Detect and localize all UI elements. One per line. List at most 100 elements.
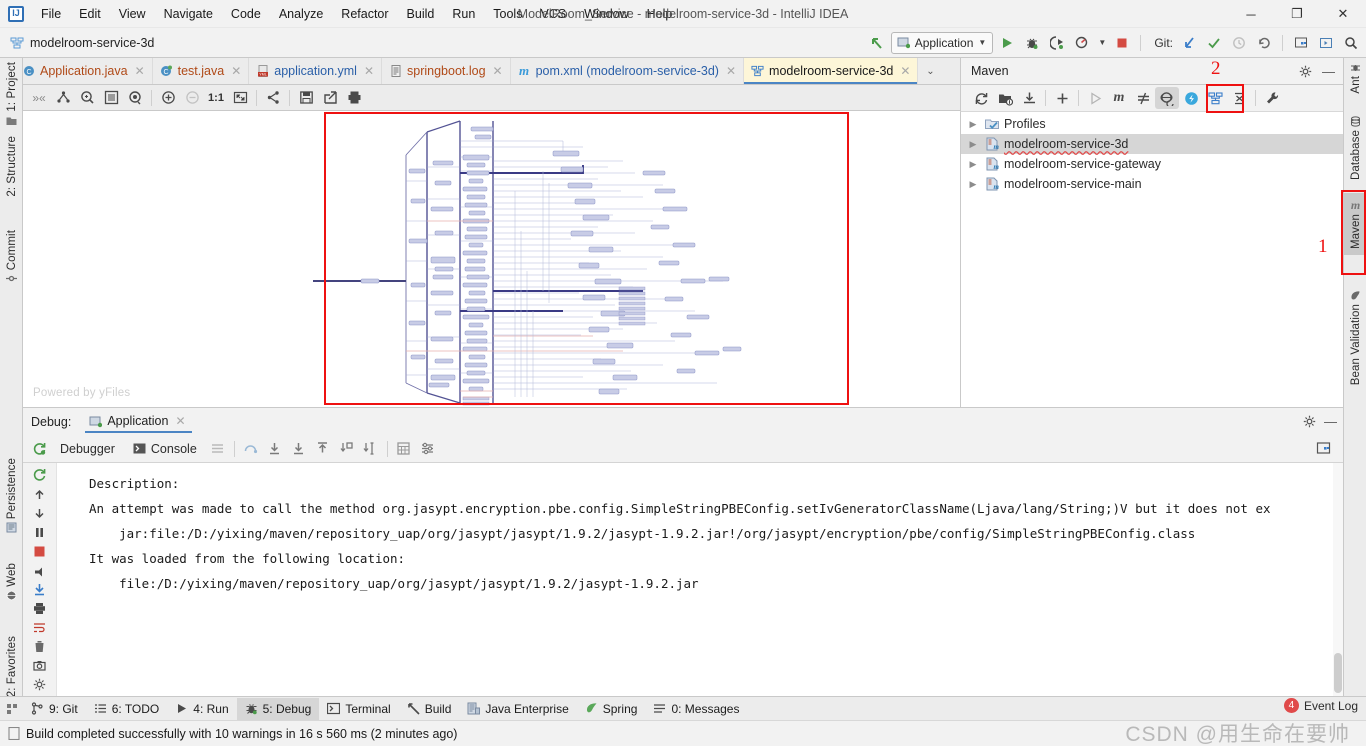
maximize-button[interactable]: ❐ bbox=[1274, 0, 1320, 28]
bottom-corner-icon[interactable] bbox=[0, 703, 23, 715]
mute-breakpoints-icon[interactable] bbox=[27, 564, 53, 577]
run-icon[interactable] bbox=[996, 32, 1018, 54]
debug-icon[interactable] bbox=[1021, 32, 1043, 54]
trash-icon[interactable] bbox=[27, 640, 53, 653]
console-output[interactable]: Description: An attempt was made to call… bbox=[57, 463, 1334, 696]
maven-tree-item-modelroom-service-3d[interactable]: ▶ m modelroom-service-3d bbox=[961, 134, 1343, 154]
save-icon[interactable] bbox=[294, 87, 318, 109]
close-icon[interactable]: ✕ bbox=[135, 64, 145, 78]
sidebar-item-maven[interactable]: m Maven bbox=[1344, 193, 1366, 256]
profile-icon[interactable] bbox=[1071, 32, 1093, 54]
share-icon[interactable] bbox=[261, 87, 285, 109]
run-to-cursor-icon[interactable] bbox=[359, 438, 383, 460]
bottom-tab-run[interactable]: 4: Run bbox=[167, 698, 236, 720]
layout-icon[interactable] bbox=[51, 87, 75, 109]
refresh-icon[interactable] bbox=[969, 87, 993, 109]
close-button[interactable]: ✕ bbox=[1320, 0, 1366, 28]
sidebar-item-persistence[interactable]: Persistence bbox=[0, 458, 23, 533]
expand-collapse-icon[interactable]: »« bbox=[27, 87, 51, 109]
fit-content-icon[interactable] bbox=[99, 87, 123, 109]
show-dependencies-icon[interactable] bbox=[1179, 87, 1203, 109]
collapse-all-icon[interactable] bbox=[1227, 87, 1251, 109]
print-icon[interactable] bbox=[27, 602, 53, 615]
actual-size-icon[interactable]: 1:1 bbox=[204, 87, 228, 109]
menu-item-edit[interactable]: Edit bbox=[70, 3, 110, 25]
menu-item-file[interactable]: File bbox=[32, 3, 70, 25]
select-in-icon[interactable] bbox=[1315, 32, 1337, 54]
bottom-tab-build[interactable]: Build bbox=[399, 698, 460, 720]
toggle-skip-tests-icon[interactable] bbox=[1131, 87, 1155, 109]
editor-tab-pom-xml[interactable]: m pom.xml (modelroom-service-3d) ✕ bbox=[511, 58, 745, 84]
bottom-tab-java-enterprise[interactable]: Java Enterprise bbox=[459, 698, 576, 720]
menu-item-help[interactable]: Help bbox=[638, 3, 682, 25]
update-project-icon[interactable] bbox=[1178, 32, 1200, 54]
console-scrollbar[interactable] bbox=[1333, 463, 1343, 696]
drop-frame-icon[interactable] bbox=[335, 438, 359, 460]
editor-tab-modelroom-service-3d[interactable]: modelroom-service-3d ✕ bbox=[744, 58, 919, 84]
search-everywhere-icon[interactable] bbox=[1340, 32, 1362, 54]
print-icon[interactable] bbox=[342, 87, 366, 109]
menu-item-code[interactable]: Code bbox=[222, 3, 270, 25]
settings-icon[interactable] bbox=[1290, 32, 1312, 54]
menu-item-navigate[interactable]: Navigate bbox=[155, 3, 222, 25]
chevron-down-icon[interactable]: ▼ bbox=[1096, 32, 1108, 54]
console-scrollbar-thumb[interactable] bbox=[1334, 653, 1342, 693]
run-icon[interactable] bbox=[1083, 87, 1107, 109]
maven-tree-item-modelroom-service-gateway[interactable]: ▶ m modelroom-service-gateway bbox=[961, 154, 1343, 174]
chevron-right-icon[interactable]: ▶ bbox=[967, 139, 979, 150]
bottom-tab-debug[interactable]: 5: Debug bbox=[236, 697, 320, 720]
hide-panel-icon[interactable]: — bbox=[1322, 65, 1335, 78]
tab-console[interactable]: Console bbox=[124, 438, 206, 465]
camera-icon[interactable] bbox=[27, 659, 53, 672]
debug-session-tab[interactable]: Application ✕ bbox=[85, 410, 192, 433]
add-maven-project-icon[interactable] bbox=[993, 87, 1017, 109]
breadcrumb[interactable]: modelroom-service-3d bbox=[10, 36, 154, 50]
sidebar-item-bean-validation[interactable]: Bean Validation bbox=[1344, 290, 1366, 385]
editor-tab-springboot-log[interactable]: springboot.log ✕ bbox=[382, 58, 511, 84]
zoom-in-icon[interactable] bbox=[156, 87, 180, 109]
evaluate-expression-icon[interactable] bbox=[392, 438, 416, 460]
rerun-icon[interactable] bbox=[27, 467, 53, 482]
force-step-into-icon[interactable] bbox=[287, 438, 311, 460]
sidebar-item-project[interactable]: 1: Project bbox=[0, 62, 23, 126]
editor-tab-application-yml[interactable]: YML application.yml ✕ bbox=[249, 58, 382, 84]
diagram-canvas[interactable]: Powered by yFiles bbox=[23, 111, 960, 407]
scroll-to-end-icon[interactable] bbox=[27, 583, 53, 596]
pause-output-icon[interactable] bbox=[27, 526, 53, 539]
back-arrow-icon[interactable] bbox=[866, 32, 888, 54]
fit-window-icon[interactable] bbox=[228, 87, 252, 109]
close-icon[interactable]: ✕ bbox=[364, 64, 374, 78]
menu-item-run[interactable]: Run bbox=[443, 3, 484, 25]
minimize-button[interactable]: ─ bbox=[1228, 0, 1274, 28]
menu-item-analyze[interactable]: Analyze bbox=[270, 3, 332, 25]
menu-item-build[interactable]: Build bbox=[398, 3, 444, 25]
stop-icon[interactable] bbox=[1111, 32, 1133, 54]
fit-selection-icon[interactable] bbox=[75, 87, 99, 109]
chevron-right-icon[interactable]: ▶ bbox=[967, 119, 979, 130]
tab-debugger[interactable]: Debugger bbox=[51, 438, 124, 460]
maven-tree-item-profiles[interactable]: ▶ Profiles bbox=[961, 114, 1343, 134]
sidebar-item-database[interactable]: Database bbox=[1344, 116, 1366, 180]
close-icon[interactable]: ✕ bbox=[175, 414, 185, 428]
settings-filter-icon[interactable] bbox=[416, 438, 440, 460]
run-coverage-icon[interactable] bbox=[1046, 32, 1068, 54]
chevron-down-icon[interactable]: ⌄ bbox=[918, 58, 942, 84]
bottom-tab-terminal[interactable]: Terminal bbox=[319, 698, 398, 720]
sidebar-item-commit[interactable]: Commit bbox=[0, 230, 23, 284]
maven-settings-icon[interactable] bbox=[1260, 87, 1284, 109]
step-out-icon[interactable] bbox=[311, 438, 335, 460]
run-configuration-selector[interactable]: Application ▼ bbox=[890, 31, 994, 54]
zoom-out-icon[interactable] bbox=[180, 87, 204, 109]
menu-item-tools[interactable]: Tools bbox=[484, 3, 531, 25]
toggle-offline-icon[interactable] bbox=[1155, 87, 1179, 109]
menu-item-refactor[interactable]: Refactor bbox=[332, 3, 397, 25]
chevron-right-icon[interactable]: ▶ bbox=[967, 159, 979, 170]
layout-settings-icon[interactable] bbox=[206, 438, 230, 460]
editor-tab-application-java[interactable]: C Application.java ✕ bbox=[23, 58, 153, 84]
soft-wrap-icon[interactable] bbox=[27, 621, 53, 634]
close-icon[interactable]: ✕ bbox=[900, 64, 910, 78]
history-icon[interactable] bbox=[1228, 32, 1250, 54]
show-view-icon[interactable] bbox=[123, 87, 147, 109]
bottom-tab-git[interactable]: 9: Git bbox=[23, 698, 86, 720]
hide-panel-icon[interactable]: — bbox=[1324, 415, 1337, 428]
